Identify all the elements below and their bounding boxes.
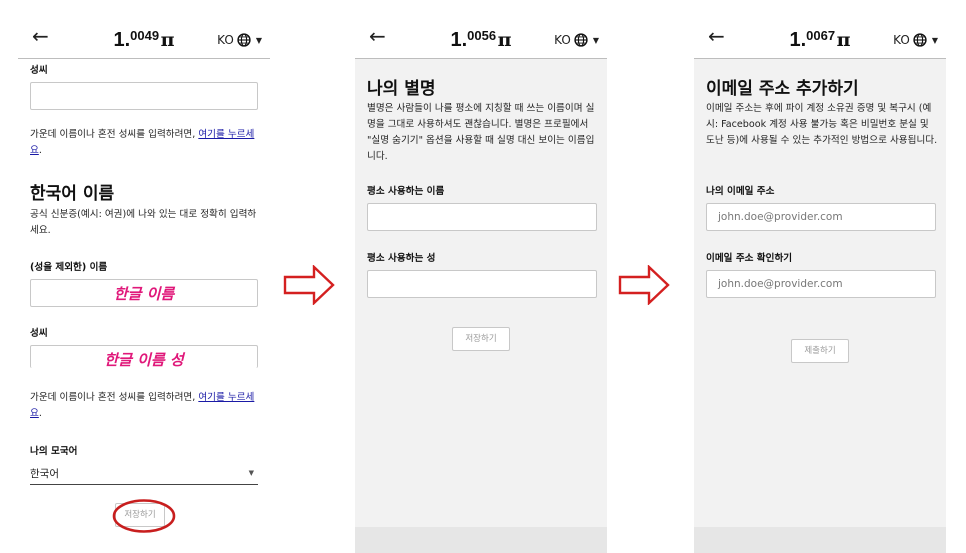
pi-symbol: π [836,29,851,51]
section-description: 공식 신분증(예시: 여권)에 나와 있는 대로 정확히 입력하세요. [30,209,257,236]
bottom-nav-bar [355,527,607,553]
language-selector[interactable]: KO ▼ [554,33,599,47]
confirm-email-placeholder: john.doe@provider.com [718,278,843,290]
first-name-value: 한글 이름 [113,285,175,303]
highlight-circle [112,499,176,533]
hint-end-2: . [38,408,42,419]
language-selector[interactable]: KO ▼ [217,33,262,47]
save-button[interactable]: 저장하기 [452,327,510,351]
pi-symbol: π [497,29,512,51]
first-name-label: (성을 제외한) 이름 [30,262,108,273]
last-name-label: 성씨 [30,328,48,339]
chevron-down-icon: ▼ [931,35,938,45]
field-label-surname-top: 성씨 [30,65,48,76]
nickname-last-input[interactable] [367,270,597,298]
chevron-down-icon: ▼ [255,35,262,45]
top-bar: ← 1.0049 π KO ▼ [18,0,270,59]
confirm-email-label: 이메일 주소 확인하기 [706,253,793,264]
email-label: 나의 이메일 주소 [706,186,775,197]
globe-icon [913,33,927,47]
top-bar: ← 1.0056 π KO ▼ [355,0,607,59]
balance-whole: 1. [450,29,468,51]
top-bar: ← 1.0067 π KO ▼ [694,0,946,59]
first-name-input[interactable]: 한글 이름 [30,279,258,307]
balance-decimals: 0049 [130,28,160,43]
page-description: 이메일 주소는 후에 파이 계정 소유권 증명 및 복구시 (예시: Faceb… [706,103,938,146]
language-selector[interactable]: KO ▼ [893,33,938,47]
balance-decimals: 0056 [467,28,497,43]
pi-symbol: π [160,29,175,51]
hint-text: 가운데 이름이나 혼전 성씨를 입력하려면, [30,129,199,140]
arrow-right-icon [283,265,335,305]
balance-whole: 1. [789,29,807,51]
nickname-first-input[interactable] [367,203,597,231]
nickname-first-label: 평소 사용하는 이름 [367,186,445,197]
globe-icon [237,33,251,47]
screen-email: ← 1.0067 π KO ▼ 이메일 주소 추가하기 이메일 주소는 후에 파… [694,0,946,553]
globe-icon [574,33,588,47]
language-code: KO [554,33,571,47]
native-language-select[interactable]: 한국어 ▼ [30,462,258,485]
native-language-value: 한국어 [30,468,59,480]
last-name-input[interactable]: 한글 이름 성 [30,345,258,369]
chevron-down-icon: ▼ [592,35,599,45]
native-language-label: 나의 모국어 [30,446,78,457]
language-code: KO [893,33,910,47]
middle-name-hint: 가운데 이름이나 혼전 성씨를 입력하려면, 여기를 누르세요. [30,127,260,159]
confirm-email-input[interactable]: john.doe@provider.com [706,270,936,298]
page-description: 별명은 사람들이 나를 평소에 지칭할 때 쓰는 이름이며 실명을 그대로 사용… [367,103,595,162]
page-title: 이메일 주소 추가하기 [706,79,859,99]
dropdown-caret-icon: ▼ [248,469,254,477]
surname-input-top[interactable] [30,82,258,110]
screen-korean-name: ← 1.0049 π KO ▼ 성씨 가운데 이름이나 혼전 성씨를 입력하려면… [18,0,270,553]
bottom-nav-bar [694,527,946,553]
language-code: KO [217,33,234,47]
screen-nickname: ← 1.0056 π KO ▼ 나의 별명 별명은 사람들이 나를 평소에 지칭… [355,0,607,553]
submit-button[interactable]: 제출하기 [791,339,849,363]
nickname-last-label: 평소 사용하는 성 [367,253,436,264]
last-name-value: 한글 이름 성 [104,351,184,369]
arrow-right-icon [618,265,670,305]
page-title: 나의 별명 [367,79,436,99]
hint-end: . [38,145,42,156]
email-input[interactable]: john.doe@provider.com [706,203,936,231]
middle-name-hint-2: 가운데 이름이나 혼전 성씨를 입력하려면, 여기를 누르세요. [30,390,260,422]
section-title: 한국어 이름 [30,184,115,204]
balance-decimals: 0067 [806,28,836,43]
email-placeholder: john.doe@provider.com [718,211,843,223]
balance-whole: 1. [113,29,131,51]
hint-text-2: 가운데 이름이나 혼전 성씨를 입력하려면, [30,392,199,403]
